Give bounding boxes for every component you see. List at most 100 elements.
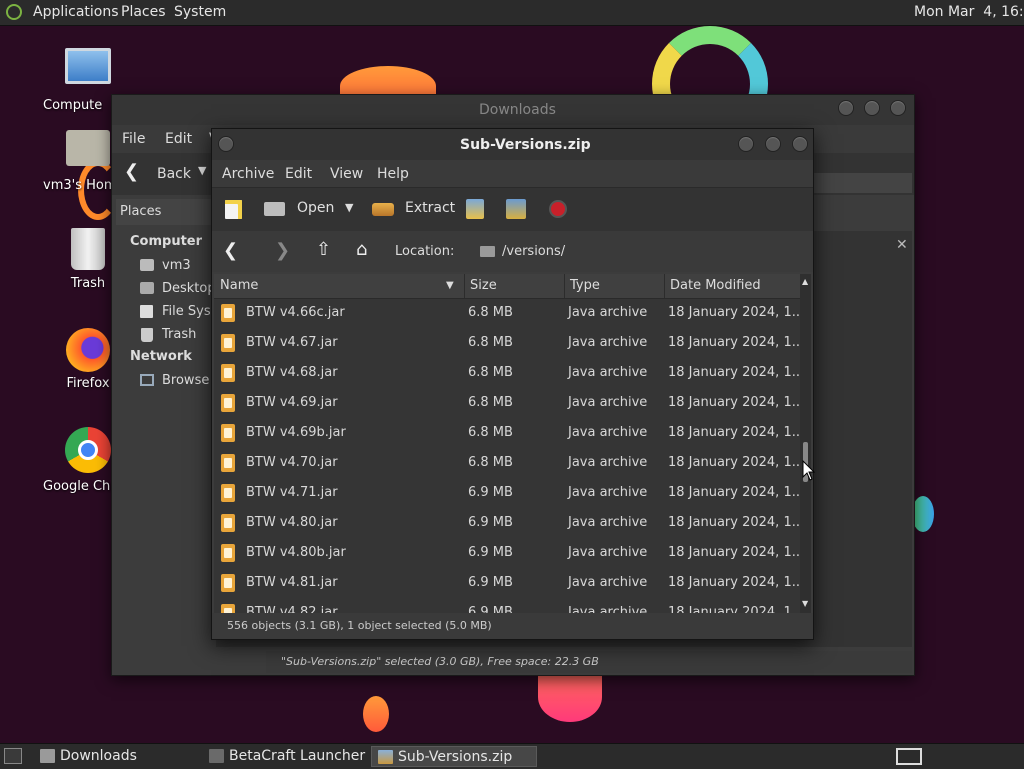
home-folder-icon [66, 130, 110, 166]
column-header-size[interactable]: Size [470, 278, 497, 293]
scroll-up-icon[interactable]: ▲ [802, 277, 808, 286]
location-field[interactable]: /versions/ [471, 238, 801, 266]
harddisk-icon [140, 305, 153, 318]
add-folder-button[interactable] [504, 197, 528, 221]
downloads-title: Downloads [479, 102, 556, 118]
location-value: /versions/ [502, 244, 566, 259]
forward-arrow-icon[interactable]: ❯ [275, 240, 290, 261]
sidebar-item-vm3[interactable]: vm3 [140, 257, 214, 277]
sidebar-item-label: File System [162, 304, 214, 319]
window-menu-button[interactable] [218, 136, 234, 152]
new-document-icon [225, 200, 242, 219]
cell-size: 6.9 MB [468, 485, 513, 500]
column-header-date[interactable]: Date Modified [670, 278, 761, 293]
taskbar-label: Sub-Versions.zip [398, 749, 513, 765]
new-archive-button[interactable] [224, 199, 244, 219]
column-header-name[interactable]: Name [220, 278, 258, 293]
table-row[interactable]: BTW v4.69b.jar 6.8 MB Java archive 18 Janua… [214, 418, 800, 448]
sidebar-item-browse-network[interactable]: Browse Network [140, 372, 214, 392]
vertical-scrollbar[interactable]: ▲ ▼ [800, 274, 811, 613]
home-icon[interactable]: ⌂ [356, 239, 367, 260]
table-row[interactable]: BTW v4.80.jar 6.9 MB Java archive 18 Januar… [214, 508, 800, 538]
cell-type: Java archive [568, 425, 648, 440]
maximize-button[interactable] [864, 100, 880, 116]
wallpaper-pink-circle [538, 672, 602, 722]
scroll-down-icon[interactable]: ▼ [802, 599, 808, 608]
taskbar-item-betacraft[interactable]: BetaCraft Launcher ... [203, 746, 367, 767]
table-row[interactable]: BTW v4.82.jar 6.9 MB Java archive 18 Januar… [214, 598, 800, 613]
open-label: Open [297, 200, 335, 216]
maximize-button[interactable] [765, 136, 781, 152]
distro-logo-icon[interactable] [6, 4, 22, 20]
computer-icon [65, 48, 111, 84]
downloads-places-header[interactable]: Places [116, 199, 214, 225]
cell-name: BTW v4.70.jar [246, 455, 338, 470]
java-archive-icon [221, 454, 235, 472]
cell-name: BTW v4.69.jar [246, 395, 338, 410]
back-button[interactable]: ❮ Back ▼ [122, 161, 212, 185]
java-archive-icon [221, 544, 235, 562]
up-arrow-icon[interactable]: ⇧ [316, 239, 331, 260]
table-row[interactable]: BTW v4.69.jar 6.8 MB Java archive 18 Januar… [214, 388, 800, 418]
minimize-button[interactable] [738, 136, 754, 152]
panel-clock[interactable]: Mon Mar 4, 16:03 [914, 4, 1024, 20]
chevron-down-icon[interactable]: ▼ [345, 201, 353, 214]
add-files-button[interactable] [464, 197, 488, 221]
menu-view[interactable]: View [330, 166, 363, 182]
add-folder-icon [506, 199, 526, 219]
workspace-switcher[interactable] [896, 748, 922, 765]
cell-size: 6.9 MB [468, 545, 513, 560]
menu-system[interactable]: System [174, 4, 226, 20]
menu-edit[interactable]: Edit [285, 166, 312, 182]
column-header-type[interactable]: Type [570, 278, 600, 293]
table-row[interactable]: BTW v4.67.jar 6.8 MB Java archive 18 Januar… [214, 328, 800, 358]
table-row[interactable]: BTW v4.66c.jar 6.8 MB Java archive 18 Janua… [214, 298, 800, 328]
table-row[interactable]: BTW v4.80b.jar 6.9 MB Java archive 18 Janua… [214, 538, 800, 568]
sidebar-item-trash[interactable]: Trash [140, 326, 214, 346]
archive-title: Sub-Versions.zip [460, 137, 591, 153]
mouse-cursor-icon [802, 460, 816, 481]
minimize-button[interactable] [838, 100, 854, 116]
wallpaper-orange-dot [363, 696, 389, 732]
show-desktop-button[interactable] [4, 748, 22, 764]
sidebar-item-desktop[interactable]: Desktop [140, 280, 214, 300]
cell-name: BTW v4.67.jar [246, 335, 338, 350]
archive-window[interactable]: Sub-Versions.zip Archive Edit View Help … [211, 128, 814, 640]
menu-file[interactable]: File [122, 131, 145, 147]
downloads-titlebar[interactable]: Downloads [112, 95, 914, 125]
cell-size: 6.9 MB [468, 605, 513, 613]
cell-type: Java archive [568, 455, 648, 470]
close-pane-icon[interactable]: ✕ [896, 237, 908, 253]
sidebar-heading-computer: Computer [130, 234, 203, 249]
menu-archive[interactable]: Archive [222, 166, 274, 182]
table-row[interactable]: BTW v4.70.jar 6.8 MB Java archive 18 Januar… [214, 448, 800, 478]
close-button[interactable] [792, 136, 808, 152]
cell-name: BTW v4.71.jar [246, 485, 338, 500]
sidebar-item-filesystem[interactable]: File System [140, 303, 214, 323]
taskbar-item-downloads[interactable]: Downloads [34, 746, 198, 767]
archive-locationbar: ❮ ❯ ⇧ ⌂ Location: /versions/ [212, 231, 813, 272]
file-list[interactable]: Name ▼ Size Type Date Modified BTW v4.66… [214, 274, 800, 613]
desktop-icon-label: Google Chrome [43, 479, 115, 494]
taskbar-item-archive[interactable]: Sub-Versions.zip [371, 746, 537, 767]
table-row[interactable]: BTW v4.71.jar 6.9 MB Java archive 18 Januar… [214, 478, 800, 508]
menu-edit[interactable]: Edit [165, 131, 192, 147]
cell-date: 18 January 2024, 1... [668, 425, 800, 440]
cell-type: Java archive [568, 335, 648, 350]
menu-help[interactable]: Help [377, 166, 409, 182]
table-row[interactable]: BTW v4.68.jar 6.8 MB Java archive 18 Januar… [214, 358, 800, 388]
cell-type: Java archive [568, 395, 648, 410]
archive-titlebar[interactable]: Sub-Versions.zip [212, 129, 813, 160]
archive-menubar: Archive Edit View Help [212, 160, 813, 187]
close-button[interactable] [890, 100, 906, 116]
arrow-left-icon: ❮ [124, 161, 140, 182]
extract-button[interactable]: Extract [372, 199, 455, 221]
menu-applications[interactable]: Applications [33, 4, 119, 20]
open-button[interactable]: Open ▼ [264, 199, 354, 221]
back-arrow-icon[interactable]: ❮ [223, 240, 238, 261]
table-row[interactable]: BTW v4.81.jar 6.9 MB Java archive 18 Januar… [214, 568, 800, 598]
menu-places[interactable]: Places [121, 4, 166, 20]
stop-button[interactable] [548, 199, 568, 219]
sort-descending-icon[interactable]: ▼ [446, 280, 454, 291]
downloads-statusbar: "Sub-Versions.zip" selected (3.0 GB), Fr… [266, 651, 912, 673]
